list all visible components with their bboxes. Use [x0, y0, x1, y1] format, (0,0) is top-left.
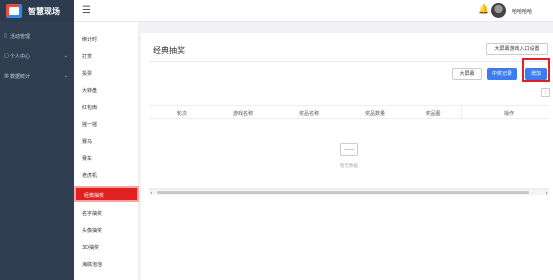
- username[interactable]: 哈哈哈哈: [512, 8, 532, 15]
- winners-button[interactable]: 中奖记录: [487, 68, 517, 80]
- submenu-item-car-race[interactable]: 赛车: [82, 155, 92, 162]
- add-button[interactable]: 增加: [525, 68, 547, 80]
- sidebar-item-personal[interactable]: ▢ 个人中心 ⌄: [0, 50, 74, 62]
- sidebar-item-label: 数据统计: [10, 73, 31, 80]
- empty-text: 暂无数据: [340, 164, 358, 169]
- sidebar-item-label: 活动管理: [10, 33, 31, 40]
- sidebar-item-label: 个人中心: [10, 53, 31, 60]
- column-header: 奖品数量: [364, 111, 385, 117]
- top-bar: 智慧现场 ☰ 🔔 哈哈哈哈: [0, 0, 553, 22]
- chevron-down-icon: ⌄: [63, 73, 68, 79]
- column-header: 操作: [503, 111, 514, 117]
- submenu: 倒计时 打赏 投票 大转盘 红包雨 摇一摇 赛马 赛车 老虎机 经典抽奖 名字抽…: [74, 22, 139, 280]
- scroll-thumb[interactable]: [157, 191, 529, 194]
- entry-settings-button[interactable]: 大屏幕游戏入口设置: [486, 43, 548, 55]
- avatar[interactable]: [491, 3, 506, 18]
- empty-state: 暂无数据: [149, 119, 549, 189]
- logo-area[interactable]: 智慧现场: [0, 0, 74, 22]
- submenu-item-horse-race[interactable]: 赛马: [82, 138, 92, 145]
- hamburger-icon[interactable]: ☰: [82, 5, 94, 17]
- chevron-down-icon: ⌄: [63, 53, 68, 59]
- submenu-item-avatar-lottery[interactable]: 头像抽奖: [82, 227, 102, 234]
- column-divider: [461, 106, 462, 120]
- bell-icon[interactable]: 🔔: [478, 5, 489, 15]
- submenu-item-vote[interactable]: 投票: [82, 70, 92, 77]
- sidebar: ▯ 活动管理 ▢ 个人中心 ⌄ ▥ 数据统计 ⌄: [0, 22, 74, 280]
- submenu-item-name-lottery[interactable]: 名字抽奖: [82, 210, 102, 217]
- sidebar-item-activity[interactable]: ▯ 活动管理: [0, 30, 74, 42]
- column-header: 轮次: [176, 111, 187, 117]
- submenu-item-shake[interactable]: 摇一摇: [82, 121, 97, 128]
- submenu-item-3d-lottery[interactable]: 3D抽奖: [82, 244, 99, 251]
- submenu-item-reward[interactable]: 打赏: [82, 53, 92, 60]
- submenu-item-countdown[interactable]: 倒计时: [82, 36, 97, 43]
- main-card: 经典抽奖 大屏幕游戏入口设置 大屏幕 中奖记录 增加 ⋮ 轮次 游戏名称 奖品名…: [141, 33, 553, 280]
- sidebar-item-stats[interactable]: ▥ 数据统计 ⌄: [0, 70, 74, 82]
- submenu-item-bubbles[interactable]: 海底泡泡: [82, 261, 102, 268]
- submenu-item-wheel[interactable]: 大转盘: [82, 87, 97, 94]
- empty-inbox-icon: [340, 143, 358, 156]
- column-header: 奖品图: [425, 111, 441, 117]
- logo-icon: [6, 4, 22, 18]
- submenu-item-red-packet[interactable]: 红包雨: [82, 104, 97, 111]
- submenu-item-slot-machine[interactable]: 老虎机: [82, 172, 97, 179]
- divider: [149, 61, 547, 62]
- horizontal-scrollbar[interactable]: ◂ ▸: [149, 189, 549, 195]
- column-header: 奖品名称: [298, 111, 319, 117]
- scroll-left-icon[interactable]: ◂: [150, 190, 152, 195]
- app-title: 智慧现场: [28, 6, 60, 16]
- column-settings-icon[interactable]: ⋮: [541, 88, 550, 97]
- scroll-right-icon[interactable]: ▸: [546, 190, 548, 195]
- table-header: 轮次 游戏名称 奖品名称 奖品数量 奖品图 操作: [149, 105, 549, 120]
- page-title: 经典抽奖: [153, 46, 185, 55]
- big-screen-button[interactable]: 大屏幕: [452, 68, 482, 80]
- submenu-item-classic-lottery[interactable]: 经典抽奖: [74, 186, 139, 202]
- column-header: 游戏名称: [232, 111, 253, 117]
